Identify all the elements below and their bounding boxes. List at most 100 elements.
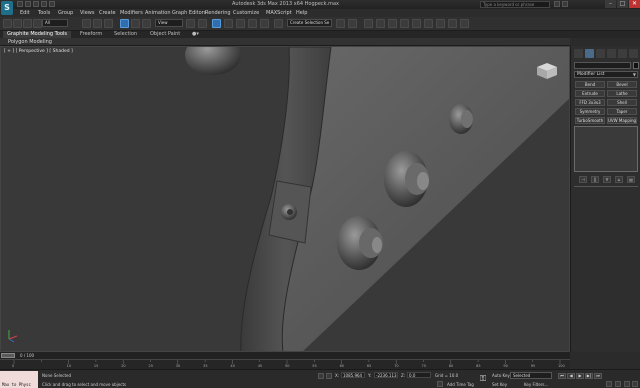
named-selection-set-select[interactable]: Create Selection Se	[287, 19, 332, 27]
modifier-bevel-button[interactable]: Bevel	[607, 81, 637, 88]
auto-key-button[interactable]: Auto Key	[492, 373, 510, 378]
zoom-extents-icon[interactable]	[606, 381, 612, 387]
rect-selection-icon[interactable]	[104, 19, 113, 28]
modifier-uvw-mapping-button[interactable]: UVW Mapping Cle	[607, 117, 637, 124]
viewport-label[interactable]: [ + ] [ Perspective ] [ Shaded ]	[4, 49, 73, 54]
modifier-stack-view[interactable]	[574, 126, 638, 172]
redo-tool-icon[interactable]	[13, 19, 22, 28]
menu-edit[interactable]: Edit	[20, 10, 30, 16]
render-teapot-icon[interactable]	[460, 19, 469, 28]
render-production-icon[interactable]	[448, 19, 457, 28]
undo-icon[interactable]	[41, 1, 47, 7]
key-filters-button[interactable]: Key Filters...	[524, 382, 548, 387]
tab-graphite-modeling-tools[interactable]: Graphite Modeling Tools	[3, 31, 72, 38]
angle-snap-icon[interactable]	[236, 19, 245, 28]
modify-tab-icon[interactable]	[585, 49, 594, 58]
modifier-lathe-button[interactable]: Lathe	[607, 90, 637, 97]
set-key-button[interactable]: Set Key	[492, 382, 507, 387]
snaps-toggle-icon[interactable]	[224, 19, 233, 28]
keyboard-shortcut-icon[interactable]	[212, 19, 221, 28]
select-by-name-icon[interactable]	[93, 19, 102, 28]
modifier-bend-button[interactable]: Bend	[575, 81, 605, 88]
tab-object-paint[interactable]: Object Paint	[146, 31, 184, 38]
spinner-snap-icon[interactable]	[260, 19, 269, 28]
maximize-viewport-icon[interactable]	[632, 381, 638, 387]
link-icon[interactable]	[23, 19, 32, 28]
rendered-frame-icon[interactable]	[436, 19, 445, 28]
modifier-list-select[interactable]: Modifier List ▼	[574, 71, 638, 78]
menu-tools[interactable]: Tools	[38, 10, 50, 16]
menu-modifiers[interactable]: Modifiers	[120, 10, 143, 16]
go-to-end-icon[interactable]: ⏭	[594, 373, 602, 379]
mirror-icon[interactable]	[336, 19, 345, 28]
select-move-icon[interactable]	[120, 19, 129, 28]
menu-customize[interactable]: Customize	[233, 10, 259, 16]
render-setup-icon[interactable]	[424, 19, 433, 28]
view-cube-icon[interactable]	[535, 61, 559, 81]
select-object-icon[interactable]	[82, 19, 91, 28]
play-icon[interactable]: ▶	[576, 373, 584, 379]
percent-snap-icon[interactable]	[248, 19, 257, 28]
menu-help[interactable]: Help	[296, 10, 307, 16]
utilities-tab-icon[interactable]	[629, 49, 638, 58]
menu-group[interactable]: Group	[58, 10, 73, 16]
pivot-center-icon[interactable]	[186, 19, 195, 28]
modifier-symmetry-button[interactable]: Symmetry	[575, 108, 605, 115]
modifier-ffd-button[interactable]: FFD 3x3x3	[575, 99, 605, 106]
perspective-viewport[interactable]: [ + ] [ Perspective ] [ Shaded ]	[0, 46, 570, 352]
make-unique-icon[interactable]: ∀	[603, 176, 611, 183]
lock-selection-icon[interactable]	[318, 373, 324, 379]
ref-coord-select[interactable]: View	[155, 19, 183, 27]
unlink-icon[interactable]	[33, 19, 42, 28]
time-slider-bar[interactable]: 0 / 100	[0, 352, 570, 359]
set-key-icon[interactable]: ⚿	[480, 373, 489, 384]
search-icon[interactable]	[554, 1, 560, 7]
search-input[interactable]: Type a keyword or phrase	[480, 1, 550, 8]
select-scale-icon[interactable]	[142, 19, 151, 28]
tab-freeform[interactable]: Freeform	[76, 31, 106, 38]
graphite-toggle-icon[interactable]	[376, 19, 385, 28]
menu-maxscript[interactable]: MAXScript	[266, 10, 292, 16]
transform-mode-icon[interactable]	[326, 373, 332, 379]
layer-manager-icon[interactable]	[364, 19, 373, 28]
ribbon-options-icon[interactable]: ●▾	[188, 31, 203, 38]
save-file-icon[interactable]	[33, 1, 39, 7]
object-color-swatch[interactable]	[633, 62, 639, 69]
select-rotate-icon[interactable]	[131, 19, 140, 28]
y-coordinate-field[interactable]: -2236.113	[374, 372, 398, 378]
modifier-shell-button[interactable]: Shell	[607, 99, 637, 106]
menu-create[interactable]: Create	[99, 10, 116, 16]
next-frame-icon[interactable]: ▶|	[585, 373, 593, 379]
polygon-modeling-label[interactable]: Polygon Modeling	[8, 39, 52, 45]
x-coordinate-field[interactable]: 1085.964	[341, 372, 365, 378]
app-logo-icon[interactable]: S	[1, 1, 13, 15]
open-file-icon[interactable]	[25, 1, 31, 7]
show-end-result-icon[interactable]: ‖	[591, 176, 599, 183]
modifier-taper-button[interactable]: Taper	[607, 108, 637, 115]
curve-editor-icon[interactable]	[388, 19, 397, 28]
modifier-extrude-button[interactable]: Extrude	[575, 90, 605, 97]
add-time-tag-button[interactable]: Add Time Tag	[447, 382, 474, 387]
remove-modifier-icon[interactable]: ⌂	[615, 176, 623, 183]
redo-icon[interactable]	[49, 1, 55, 7]
orbit-icon[interactable]	[624, 381, 630, 387]
schematic-view-icon[interactable]	[400, 19, 409, 28]
modifier-turbosmooth-button[interactable]: TurboSmooth	[575, 117, 605, 124]
new-file-icon[interactable]	[17, 1, 23, 7]
tab-selection[interactable]: Selection	[110, 31, 141, 38]
minimize-button[interactable]: –	[605, 0, 616, 8]
align-icon[interactable]	[348, 19, 357, 28]
configure-sets-icon[interactable]: ▤	[627, 176, 635, 183]
undo-tool-icon[interactable]	[3, 19, 12, 28]
menu-animation[interactable]: Animation	[145, 10, 171, 16]
close-button[interactable]: ✕	[629, 0, 640, 8]
time-tag-icon[interactable]	[437, 381, 443, 387]
material-editor-icon[interactable]	[412, 19, 421, 28]
object-name-field[interactable]	[574, 62, 631, 69]
selection-filter-select[interactable]: All	[42, 19, 68, 27]
edit-named-sets-icon[interactable]	[274, 19, 283, 28]
time-slider-handle[interactable]	[1, 353, 15, 358]
select-manipulate-icon[interactable]	[198, 19, 207, 28]
pan-view-icon[interactable]	[615, 381, 621, 387]
go-to-start-icon[interactable]: ⏮	[558, 373, 566, 379]
